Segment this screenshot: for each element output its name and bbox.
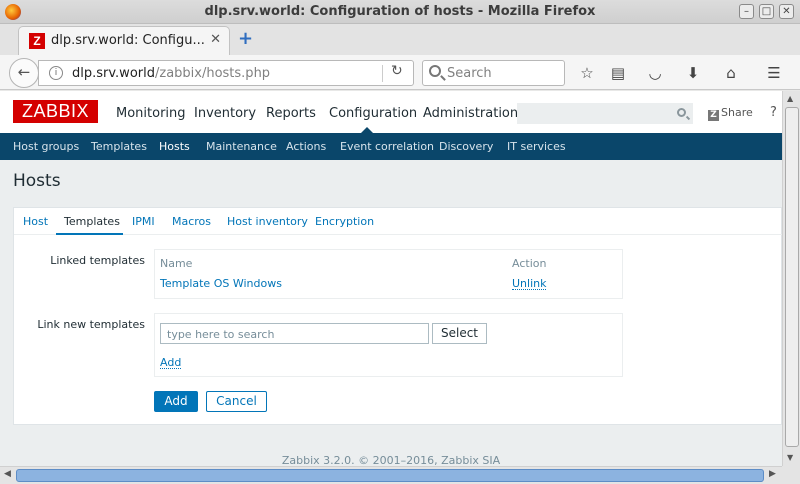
scroll-down-icon[interactable]: ▼ (787, 453, 793, 462)
tab-templates[interactable]: Templates (64, 215, 120, 228)
search-icon[interactable] (677, 108, 686, 117)
zabbix-favicon-icon: Z (29, 33, 45, 49)
submenu-actions[interactable]: Actions (286, 140, 326, 153)
column-name-header: Name (160, 257, 193, 270)
new-tab-icon[interactable]: + (238, 30, 253, 48)
submenu-host-groups[interactable]: Host groups (13, 140, 79, 153)
bookmark-star-icon[interactable]: ☆ (577, 63, 597, 83)
horizontal-scroll-thumb[interactable] (16, 469, 764, 482)
browser-search-placeholder: Search (447, 66, 492, 81)
menu-administration[interactable]: Administration (423, 106, 518, 121)
zabbix-search-input[interactable] (517, 103, 693, 124)
close-tab-icon[interactable]: ✕ (210, 32, 221, 47)
linked-templates-label: Linked templates (50, 254, 145, 267)
tab-macros[interactable]: Macros (172, 215, 211, 228)
tab-encryption[interactable]: Encryption (315, 215, 374, 228)
site-info-icon[interactable]: i (49, 66, 63, 80)
tab-host-inventory[interactable]: Host inventory (227, 215, 308, 228)
unlink-button[interactable]: Unlink (512, 278, 547, 290)
submenu-event-correlation[interactable]: Event correlation (340, 140, 434, 153)
template-name-link[interactable]: Template OS Windows (160, 277, 282, 290)
active-tab-indicator (56, 233, 123, 235)
share-link[interactable]: Z Share (708, 106, 753, 121)
select-button[interactable]: Select (432, 323, 487, 344)
pocket-icon[interactable]: ◡ (645, 63, 665, 83)
link-new-templates-box: type here to search Select Add (154, 313, 623, 377)
minimize-icon[interactable]: – (739, 4, 754, 19)
back-button-icon[interactable]: ← (9, 58, 39, 88)
form-tabs: Host Templates IPMI Macros Host inventor… (14, 208, 783, 235)
url-separator (382, 65, 383, 82)
reading-list-icon[interactable]: ▤ (608, 63, 628, 83)
download-icon[interactable]: ⬇ (683, 63, 703, 83)
scroll-left-icon[interactable]: ◀ (4, 469, 11, 479)
column-action-header: Action (512, 257, 547, 270)
page-content: Hosts Host Templates IPMI Macros Host in… (0, 160, 783, 467)
menu-monitoring[interactable]: Monitoring (116, 106, 186, 121)
window-titlebar: dlp.srv.world: Configuration of hosts - … (0, 0, 800, 24)
tab-ipmi[interactable]: IPMI (132, 215, 155, 228)
scroll-right-icon[interactable]: ▶ (769, 469, 776, 479)
search-icon (429, 65, 441, 77)
reload-icon[interactable]: ↻ (391, 63, 403, 79)
add-template-link[interactable]: Add (160, 357, 182, 369)
close-window-icon[interactable]: ✕ (779, 4, 794, 19)
browser-tabstrip: Z dlp.srv.world: Configu... ✕ + (0, 24, 800, 55)
zabbix-header: ZABBIX Monitoring Inventory Reports Conf… (0, 91, 782, 133)
home-icon[interactable]: ⌂ (721, 63, 741, 83)
zabbix-logo[interactable]: ZABBIX (13, 100, 98, 123)
vertical-scroll-thumb[interactable] (785, 107, 799, 447)
zabbix-share-icon: Z (708, 110, 719, 121)
url-text[interactable]: dlp.srv.world/zabbix/hosts.php (72, 66, 270, 81)
browser-navbar: i dlp.srv.world/zabbix/hosts.php ↻ ← Sea… (0, 55, 800, 90)
menu-reports[interactable]: Reports (266, 106, 316, 121)
horizontal-scrollbar[interactable]: ◀ ▶ (0, 466, 782, 484)
vertical-scrollbar[interactable]: ▲ ▼ (782, 91, 800, 466)
link-new-templates-label: Link new templates (37, 318, 145, 331)
submenu-discovery[interactable]: Discovery (439, 140, 493, 153)
submenu-it-services[interactable]: IT services (507, 140, 566, 153)
cancel-button[interactable]: Cancel (206, 391, 267, 412)
submenu-maintenance[interactable]: Maintenance (206, 140, 277, 153)
page-title: Hosts (13, 171, 61, 191)
url-bar[interactable]: i dlp.srv.world/zabbix/hosts.php ↻ (38, 60, 414, 86)
template-search-input[interactable]: type here to search (160, 323, 429, 344)
add-button[interactable]: Add (154, 391, 198, 412)
browser-search-input[interactable]: Search (422, 60, 565, 86)
menu-inventory[interactable]: Inventory (194, 106, 256, 121)
menu-configuration[interactable]: Configuration (329, 106, 417, 121)
linked-templates-table: Name Action Template OS Windows Unlink (154, 249, 623, 299)
browser-tab[interactable]: Z dlp.srv.world: Configu... ✕ (18, 26, 230, 55)
host-form: Host Templates IPMI Macros Host inventor… (13, 207, 783, 425)
scroll-up-icon[interactable]: ▲ (787, 94, 793, 103)
maximize-icon[interactable]: □ (759, 4, 774, 19)
window-title: dlp.srv.world: Configuration of hosts - … (204, 4, 596, 19)
sub-menu: Host groups Templates Hosts Maintenance … (0, 133, 782, 160)
tab-title: dlp.srv.world: Configu... (51, 33, 205, 48)
scrollbar-corner (782, 466, 800, 484)
tab-host[interactable]: Host (23, 215, 48, 228)
menu-hamburger-icon[interactable]: ☰ (764, 63, 784, 83)
submenu-templates[interactable]: Templates (91, 140, 147, 153)
submenu-hosts[interactable]: Hosts (159, 140, 190, 153)
help-icon[interactable]: ? (770, 105, 777, 120)
